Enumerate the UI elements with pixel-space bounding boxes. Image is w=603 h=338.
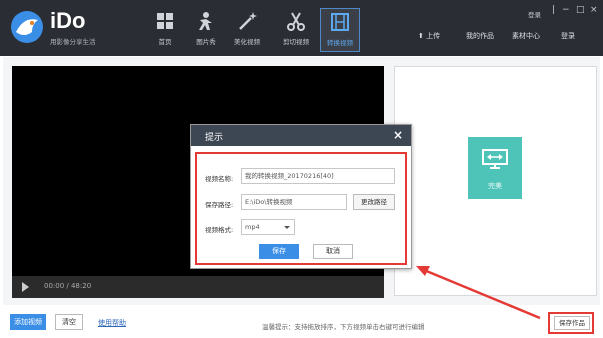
- grid-icon: [157, 13, 173, 29]
- save-work-highlight: 保存作品: [548, 312, 594, 334]
- save-path-input[interactable]: E:\iDo\转换视频: [241, 194, 347, 210]
- dialog-save-button[interactable]: 保存: [259, 244, 299, 259]
- scissors-icon: [287, 12, 305, 31]
- magic-wand-icon: [239, 12, 257, 30]
- save-work-button[interactable]: 保存作品: [554, 316, 590, 330]
- nav-convert-video[interactable]: 转换视频: [320, 8, 360, 52]
- dialog-close-icon[interactable]: ×: [393, 128, 403, 142]
- format-value: mp4: [245, 223, 260, 231]
- tip-text: 温馨提示：支持拖放排序，下方视频单击右键可进行编辑: [262, 323, 425, 331]
- bird-logo-icon: [11, 11, 43, 43]
- nav-label: 转换视频: [327, 39, 353, 47]
- material-center-link[interactable]: 素材中心: [512, 31, 540, 41]
- cut-tile[interactable]: 完美: [468, 137, 522, 199]
- my-works-link[interactable]: 我的作品: [466, 31, 494, 41]
- top-bar: iDo 用影像分享生活 首页 图片秀 美化视频 剪切视频 转换视频 登录 | −…: [0, 0, 603, 56]
- dialog-cancel-button[interactable]: 取消: [313, 244, 353, 259]
- user-login-link[interactable]: 登录: [528, 9, 541, 19]
- app-brand: iDo: [50, 8, 86, 33]
- minimize-button[interactable]: −: [562, 5, 570, 15]
- help-link[interactable]: 使用帮助: [98, 318, 126, 328]
- nav-label: 首页: [158, 38, 172, 46]
- monitor-arrows-icon: [482, 149, 508, 169]
- nav-photo-show[interactable]: 图片秀: [186, 8, 226, 52]
- chevron-down-icon: [284, 226, 290, 229]
- clear-button[interactable]: 清空: [55, 314, 83, 330]
- nav-home[interactable]: 首页: [145, 8, 185, 52]
- bottom-bar: 添加视频 清空 使用帮助 温馨提示：支持拖放排序，下方视频单击右键可进行编辑: [0, 308, 603, 338]
- tile-label: 完美: [488, 182, 502, 190]
- nav-cut-video[interactable]: 剪切视频: [276, 8, 316, 52]
- change-path-button[interactable]: 更改路径: [353, 194, 395, 210]
- maximize-button[interactable]: □: [576, 5, 585, 15]
- nav-label: 美化视频: [234, 38, 260, 46]
- player-controls: 00:00 / 48:20: [12, 276, 384, 298]
- nav-beautify-video[interactable]: 美化视频: [227, 8, 267, 52]
- nav-label: 图片秀: [196, 38, 216, 46]
- window-divider: |: [552, 5, 556, 15]
- login-link[interactable]: 登录: [561, 31, 575, 41]
- play-icon[interactable]: [22, 282, 29, 292]
- sparkle-person-icon: [199, 12, 212, 30]
- dialog-title: 提示: [205, 133, 224, 143]
- video-name-label: 视频名称:: [205, 175, 234, 183]
- add-video-button[interactable]: 添加视频: [10, 314, 46, 330]
- playback-time: 00:00 / 48:20: [44, 282, 92, 290]
- app-tagline: 用影像分享生活: [50, 38, 96, 46]
- upload-link[interactable]: ⬆ 上传: [418, 31, 440, 41]
- close-button[interactable]: ×: [590, 5, 598, 15]
- save-dialog: 提示 × 视频名称: 我的转换视频_20170216[40] 保存路径: E:\…: [190, 124, 412, 269]
- upload-icon: ⬆: [418, 32, 424, 40]
- upload-label: 上传: [426, 32, 441, 40]
- video-name-input[interactable]: 我的转换视频_20170216[40]: [241, 168, 395, 184]
- nav-label: 剪切视频: [283, 38, 309, 46]
- video-format-label: 视频格式:: [205, 226, 234, 234]
- film-strip-icon: [331, 13, 349, 31]
- dialog-header: 提示 ×: [191, 125, 411, 146]
- save-path-label: 保存路径:: [205, 201, 234, 209]
- video-format-select[interactable]: mp4: [241, 219, 295, 235]
